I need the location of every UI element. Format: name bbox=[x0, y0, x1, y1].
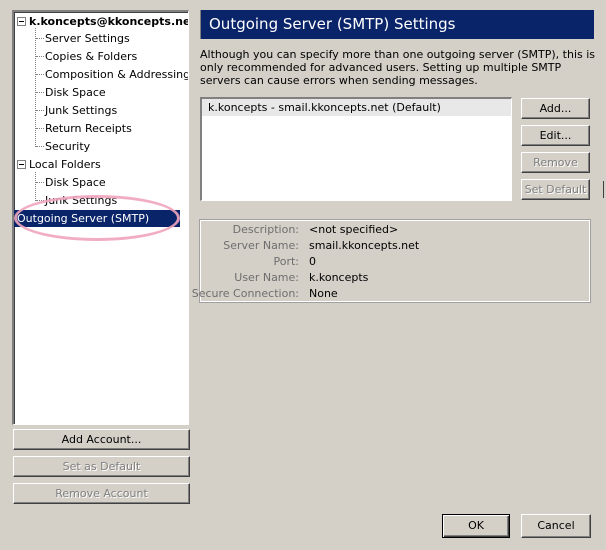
tree-connector bbox=[36, 128, 44, 129]
ok-button[interactable]: OK bbox=[442, 514, 510, 538]
add-server-button[interactable]: Add... bbox=[521, 98, 590, 119]
tree-item-label: Server Settings bbox=[45, 32, 130, 45]
panel-title: Outgoing Server (SMTP) Settings bbox=[209, 15, 456, 33]
account-tree[interactable]: k.koncepts@kkoncepts.net Server Settings… bbox=[12, 10, 189, 425]
remove-account-button[interactable]: Remove Account bbox=[13, 483, 190, 504]
detail-user-name-value: k.koncepts bbox=[309, 271, 369, 284]
tree-connector bbox=[36, 74, 44, 75]
tree-item-label: Junk Settings bbox=[45, 194, 118, 207]
tree-item-copies-folders[interactable]: Copies & Folders bbox=[36, 48, 140, 66]
tree-item-local-junk-settings[interactable]: Junk Settings bbox=[36, 192, 120, 210]
smtp-server-list[interactable]: k.koncepts - smail.kkoncepts.net (Defaul… bbox=[200, 97, 512, 201]
tree-item-server-settings[interactable]: Server Settings bbox=[36, 30, 133, 48]
tree-item-junk-settings[interactable]: Junk Settings bbox=[36, 102, 120, 120]
add-account-button[interactable]: Add Account... bbox=[13, 429, 190, 450]
collapse-icon[interactable] bbox=[17, 17, 26, 26]
detail-server-name-value: smail.kkoncepts.net bbox=[309, 239, 420, 252]
smtp-server-item[interactable]: k.koncepts - smail.kkoncepts.net (Defaul… bbox=[202, 99, 511, 116]
remove-account-label: Remove Account bbox=[55, 487, 148, 500]
detail-port-value: 0 bbox=[309, 255, 316, 268]
add-account-label: Add Account... bbox=[61, 433, 142, 446]
ok-label: OK bbox=[468, 519, 484, 532]
tree-item-label: Return Receipts bbox=[45, 122, 132, 135]
tree-account-root[interactable]: k.koncepts@kkoncepts.net bbox=[14, 13, 189, 31]
tree-connector bbox=[36, 182, 44, 183]
detail-description-value: <not specified> bbox=[309, 223, 399, 236]
set-default-server-label: Set Default bbox=[524, 183, 587, 196]
set-as-default-label: Set as Default bbox=[62, 460, 141, 473]
detail-user-name-row: User Name: k.koncepts bbox=[201, 270, 589, 286]
add-server-label: Add... bbox=[539, 102, 572, 115]
tree-local-folders-label: Local Folders bbox=[29, 158, 101, 171]
detail-secure-row: Secure Connection: None bbox=[192, 286, 589, 302]
tree-connector bbox=[36, 110, 44, 111]
detail-description-row: Description: <not specified> bbox=[201, 222, 589, 238]
tree-connector bbox=[36, 56, 44, 57]
tree-connector bbox=[36, 92, 44, 93]
detail-user-name-label: User Name: bbox=[234, 271, 299, 284]
tree-item-label: Composition & Addressing bbox=[45, 68, 189, 81]
detail-server-name-row: Server Name: smail.kkoncepts.net bbox=[201, 238, 589, 254]
panel-title-bar: Outgoing Server (SMTP) Settings bbox=[200, 10, 594, 39]
tree-item-disk-space[interactable]: Disk Space bbox=[36, 84, 109, 102]
detail-server-name-label: Server Name: bbox=[223, 239, 299, 252]
cancel-label: Cancel bbox=[537, 519, 575, 532]
tree-account-label: k.koncepts@kkoncepts.net bbox=[29, 15, 189, 28]
tree-connector bbox=[36, 146, 44, 147]
tree-item-label: Junk Settings bbox=[45, 104, 118, 117]
set-default-server-button[interactable]: Set Default bbox=[521, 179, 590, 200]
tree-item-local-disk-space[interactable]: Disk Space bbox=[36, 174, 109, 192]
remove-server-button[interactable]: Remove bbox=[521, 152, 590, 173]
tree-connector bbox=[36, 38, 44, 39]
detail-secure-label: Secure Connection: bbox=[191, 287, 299, 300]
edit-server-label: Edit... bbox=[539, 129, 572, 142]
cancel-button[interactable]: Cancel bbox=[521, 514, 591, 538]
tree-connector bbox=[36, 200, 44, 201]
collapse-icon[interactable] bbox=[17, 160, 26, 169]
remove-server-label: Remove bbox=[533, 156, 578, 169]
tree-item-label: Security bbox=[45, 140, 91, 153]
set-as-default-button[interactable]: Set as Default bbox=[13, 456, 190, 477]
server-details: Description: <not specified> Server Name… bbox=[192, 219, 591, 303]
tree-local-folders-root[interactable]: Local Folders bbox=[14, 156, 104, 174]
tree-item-security[interactable]: Security bbox=[36, 138, 93, 156]
detail-port-label: Port: bbox=[273, 255, 299, 268]
tree-item-label: Outgoing Server (SMTP) bbox=[14, 210, 180, 227]
tree-item-label: Disk Space bbox=[45, 86, 106, 99]
detail-port-row: Port: 0 bbox=[201, 254, 589, 270]
tree-item-composition[interactable]: Composition & Addressing bbox=[36, 66, 189, 84]
smtp-description: Although you can specify more than one o… bbox=[200, 48, 596, 87]
edit-server-button[interactable]: Edit... bbox=[521, 125, 590, 146]
tree-item-label: Copies & Folders bbox=[45, 50, 138, 63]
detail-description-label: Description: bbox=[232, 223, 299, 236]
detail-secure-value: None bbox=[309, 287, 338, 300]
tree-item-label: Disk Space bbox=[45, 176, 106, 189]
tree-item-outgoing-server[interactable]: Outgoing Server (SMTP) bbox=[14, 210, 180, 228]
tree-item-return-receipts[interactable]: Return Receipts bbox=[36, 120, 135, 138]
